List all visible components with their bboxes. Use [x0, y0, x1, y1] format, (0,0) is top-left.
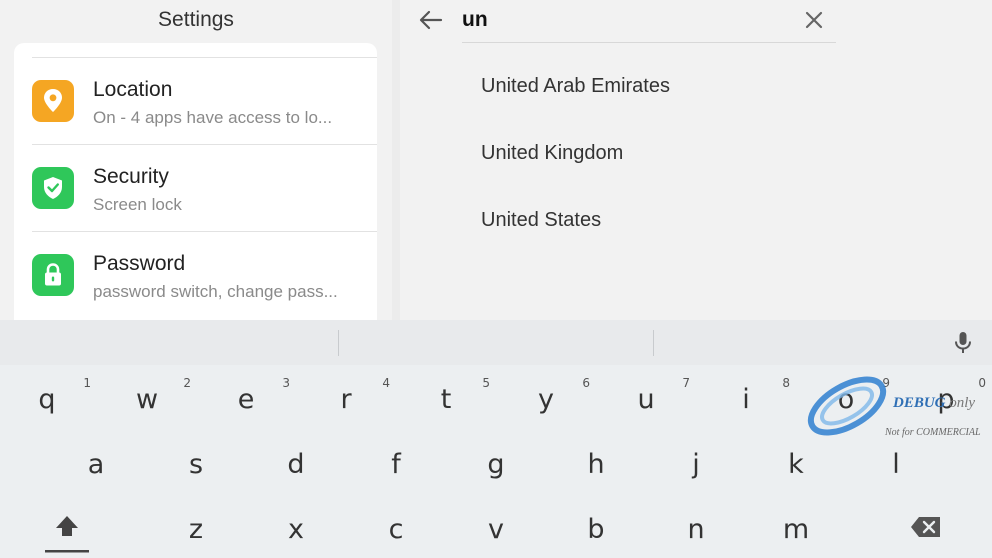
key-label: g [487, 449, 505, 480]
settings-panel: Settings Location On - 4 apps have acces… [0, 0, 392, 320]
key-hint: 5 [482, 376, 490, 390]
key-m[interactable]: m [766, 502, 826, 558]
country-search-panel: United Arab Emirates United Kingdom Unit… [400, 0, 992, 320]
key-label: u [637, 384, 655, 415]
shield-check-icon [32, 167, 74, 209]
key-k[interactable]: k [766, 437, 826, 493]
settings-card: Location On - 4 apps have access to lo..… [14, 43, 377, 320]
lock-icon [32, 254, 74, 296]
key-p[interactable]: p0 [916, 372, 986, 428]
key-label: t [440, 384, 452, 415]
key-label: p [937, 384, 955, 415]
key-label: h [587, 449, 605, 480]
key-label: n [687, 514, 705, 545]
settings-item-subtitle: Screen lock [93, 195, 182, 214]
key-e[interactable]: e3 [216, 372, 290, 428]
key-o[interactable]: o9 [816, 372, 890, 428]
key-hint: 6 [582, 376, 590, 390]
key-h[interactable]: h [566, 437, 626, 493]
soft-keyboard: q1 w2 e3 r4 t5 y6 u7 i8 o9 p0 a s d f g … [0, 320, 992, 558]
key-a[interactable]: a [66, 437, 126, 493]
settings-item-title: Password [93, 252, 186, 275]
suggestion-divider [338, 330, 339, 356]
settings-item-location[interactable]: Location On - 4 apps have access to lo..… [14, 57, 377, 144]
key-label: s [188, 449, 204, 480]
search-result-item[interactable]: United Arab Emirates [481, 75, 670, 98]
backspace-icon[interactable] [910, 516, 942, 538]
settings-item-subtitle: On - 4 apps have access to lo... [93, 108, 333, 127]
search-underline [462, 42, 836, 43]
key-g[interactable]: g [466, 437, 526, 493]
key-label: v [488, 514, 504, 545]
key-label: i [742, 384, 750, 415]
search-result-item[interactable]: United Kingdom [481, 142, 623, 165]
search-input[interactable] [462, 4, 822, 36]
settings-item-subtitle: password switch, change pass... [93, 282, 338, 301]
microphone-icon[interactable] [952, 331, 974, 355]
key-label: d [287, 449, 305, 480]
key-label: z [188, 514, 204, 545]
key-label: j [692, 449, 700, 480]
suggestion-divider [653, 330, 654, 356]
settings-item-title: Security [93, 165, 169, 188]
key-c[interactable]: c [366, 502, 426, 558]
key-u[interactable]: u7 [616, 372, 690, 428]
key-label: a [87, 449, 105, 480]
key-hint: 2 [183, 376, 191, 390]
key-v[interactable]: v [466, 502, 526, 558]
key-n[interactable]: n [666, 502, 726, 558]
key-q[interactable]: q1 [17, 372, 91, 428]
pane-separator [392, 0, 400, 320]
key-x[interactable]: x [266, 502, 326, 558]
divider [32, 57, 377, 58]
key-t[interactable]: t5 [416, 372, 490, 428]
shift-arrow-icon[interactable] [44, 508, 90, 554]
key-i[interactable]: i8 [716, 372, 790, 428]
key-d[interactable]: d [266, 437, 326, 493]
settings-item-password[interactable]: Password password switch, change pass... [14, 231, 377, 318]
arrow-left-icon[interactable] [418, 8, 444, 32]
key-hint: 8 [782, 376, 790, 390]
settings-item-title: Location [93, 78, 173, 101]
key-w[interactable]: w2 [117, 372, 191, 428]
location-pin-icon [32, 80, 74, 122]
key-label: o [837, 384, 855, 415]
key-label: m [782, 514, 810, 545]
key-label: e [237, 384, 255, 415]
key-r[interactable]: r4 [316, 372, 390, 428]
key-y[interactable]: y6 [516, 372, 590, 428]
key-label: f [391, 449, 401, 480]
key-s[interactable]: s [166, 437, 226, 493]
close-icon[interactable] [804, 10, 824, 30]
key-b[interactable]: b [566, 502, 626, 558]
key-label: r [340, 384, 352, 415]
key-label: w [135, 384, 159, 415]
key-hint: 9 [882, 376, 890, 390]
key-hint: 3 [282, 376, 290, 390]
suggestion-bar [0, 320, 992, 365]
key-label: k [788, 449, 804, 480]
search-result-item[interactable]: United States [481, 209, 601, 232]
key-label: x [288, 514, 304, 545]
key-f[interactable]: f [366, 437, 426, 493]
key-hint: 4 [382, 376, 390, 390]
key-label: l [892, 449, 900, 480]
key-label: y [538, 384, 554, 415]
divider [32, 144, 377, 145]
key-label: q [38, 384, 56, 415]
key-j[interactable]: j [666, 437, 726, 493]
key-l[interactable]: l [866, 437, 926, 493]
settings-title: Settings [158, 8, 234, 31]
key-z[interactable]: z [166, 502, 226, 558]
key-hint: 7 [682, 376, 690, 390]
key-hint: 1 [83, 376, 91, 390]
key-label: c [388, 514, 404, 545]
settings-item-security[interactable]: Security Screen lock [14, 144, 377, 231]
divider [32, 231, 377, 232]
key-label: b [587, 514, 605, 545]
key-hint: 0 [978, 376, 986, 390]
